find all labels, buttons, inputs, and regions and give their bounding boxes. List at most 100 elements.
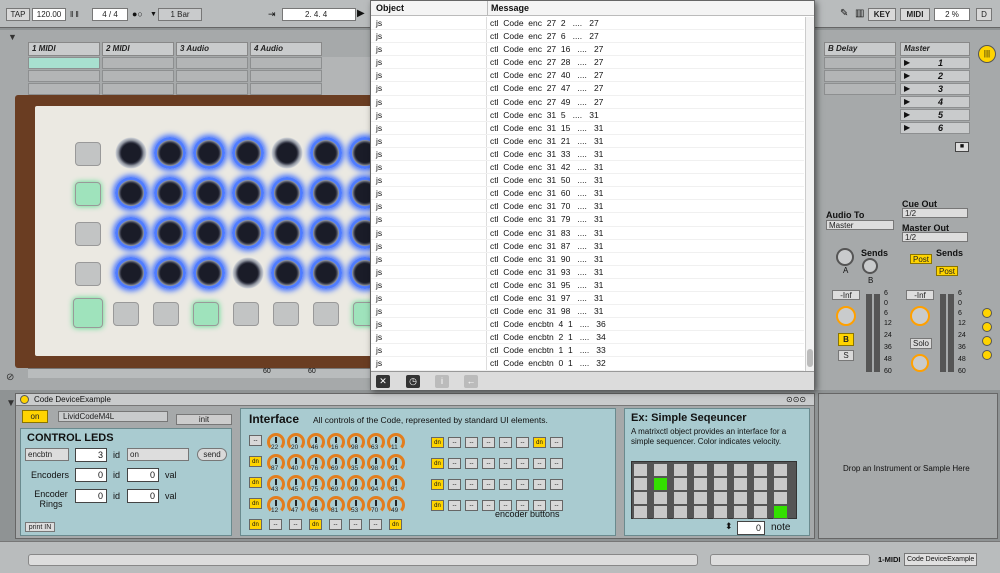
encoder-button[interactable]: -- (448, 437, 461, 448)
track-activator-b[interactable]: B (838, 333, 854, 346)
note-number[interactable]: 0 (737, 521, 765, 535)
quantization-select[interactable]: 1 Bar (158, 8, 202, 21)
track-header-master[interactable]: Master (900, 42, 970, 56)
back-arrow-icon[interactable]: ← (464, 375, 478, 388)
encoder-button[interactable]: -- (499, 500, 512, 511)
console-row[interactable]: js ctl Code enc 31 33 .... 31 (371, 147, 804, 162)
sequencer-cell[interactable] (753, 505, 768, 519)
send-b-knob[interactable] (862, 258, 878, 274)
encoder-button[interactable]: -- (349, 519, 362, 530)
clip-slot[interactable] (28, 70, 100, 82)
encoder-button[interactable]: -- (448, 458, 461, 469)
scene-launch-icon[interactable]: ▶ (904, 71, 910, 80)
console-scrollbar[interactable] (805, 17, 814, 371)
sequencer-cell[interactable] (633, 463, 648, 477)
audio-to-select[interactable]: Master (826, 220, 894, 230)
sequencer-cell[interactable] (773, 505, 788, 519)
console-row[interactable]: js ctl Code enc 31 97 .... 31 (371, 291, 804, 306)
master-out-select[interactable]: 1/2 (902, 232, 968, 242)
encoder-button[interactable]: -- (482, 458, 495, 469)
solo-button[interactable]: S (838, 350, 854, 361)
console-row[interactable]: js ctl Code enc 27 2 .... 27 (371, 17, 804, 31)
sequencer-cell[interactable] (733, 463, 748, 477)
encoder-button[interactable]: -- (499, 479, 512, 490)
console-row[interactable]: js ctl Code encbtn 4 1 .... 36 (371, 318, 804, 332)
clip-slot[interactable] (102, 70, 174, 82)
play-icon[interactable]: ▶ (357, 8, 365, 19)
controller-select[interactable]: LividCodeM4L (58, 411, 168, 422)
init-button[interactable]: init (176, 414, 232, 425)
encoder-button[interactable]: -- (533, 479, 546, 490)
scene-launch-icon[interactable]: ▶ (904, 110, 910, 119)
encbtn-number[interactable]: 3 (75, 448, 107, 462)
encoder-button[interactable]: -- (289, 519, 302, 530)
clip-slot[interactable] (824, 70, 896, 82)
sequencer-cell[interactable] (673, 477, 688, 491)
sequencer-cell[interactable] (653, 477, 668, 491)
track-header-4[interactable]: 4 Audio (250, 42, 322, 56)
info-icon[interactable]: i (435, 375, 449, 388)
console-row[interactable]: js ctl Code enc 27 16 .... 27 (371, 43, 804, 57)
rings-number[interactable]: 0 (75, 489, 107, 503)
console-row[interactable]: js ctl Code enc 27 40 .... 27 (371, 69, 804, 83)
scrollbar-thumb[interactable] (807, 349, 813, 367)
console-row[interactable]: js ctl Code enc 31 98 .... 31 (371, 305, 804, 319)
clip-slot[interactable] (176, 57, 248, 69)
encoder-button[interactable]: -- (465, 458, 478, 469)
sends-toggle-icon[interactable] (982, 322, 992, 332)
clip-slot[interactable] (176, 83, 248, 95)
status-track-name[interactable]: 1-MIDI (878, 555, 901, 564)
sequencer-cell[interactable] (713, 477, 728, 491)
scene-row[interactable]: ▶ 1 (900, 57, 970, 69)
encoder-button[interactable]: -- (369, 519, 382, 530)
console-row[interactable]: js ctl Code enc 31 5 .... 31 (371, 108, 804, 122)
console-row[interactable]: js ctl Code enc 31 83 .... 31 (371, 226, 804, 240)
sequencer-cell[interactable] (753, 463, 768, 477)
clip-slot[interactable] (824, 57, 896, 69)
dn-button[interactable]: dn (431, 479, 444, 490)
metronome-icon[interactable]: ●○ (132, 9, 143, 19)
console-row[interactable]: js ctl Code enc 27 28 .... 27 (371, 56, 804, 70)
status-scroll[interactable] (710, 554, 870, 566)
console-row[interactable]: js ctl Code encbtn 1 1 .... 33 (371, 344, 804, 358)
encoder-button[interactable]: -- (516, 458, 529, 469)
on-button[interactable]: on (22, 410, 48, 423)
on-select[interactable]: on (127, 448, 189, 461)
clip-slot[interactable] (102, 83, 174, 95)
device-chevron-icon[interactable]: ▼ (6, 398, 16, 409)
encoder-button[interactable]: -- (550, 437, 563, 448)
dn-button[interactable]: dn (249, 456, 262, 467)
col-object-header[interactable]: Object (376, 3, 404, 13)
sequencer-cell[interactable] (753, 491, 768, 505)
sequencer-cell[interactable] (773, 477, 788, 491)
sequencer-cell[interactable] (733, 477, 748, 491)
master-volume-field[interactable]: -Inf (906, 290, 934, 300)
sequencer-cell[interactable] (653, 491, 668, 505)
scene-row[interactable]: ▶ 5 (900, 109, 970, 121)
send-post-button-2[interactable]: Post (936, 266, 958, 276)
dn-button[interactable]: dn (533, 437, 546, 448)
console-row[interactable]: js ctl Code enc 31 90 .... 31 (371, 252, 804, 266)
console-row[interactable]: js ctl Code enc 27 49 .... 27 (371, 95, 804, 109)
console-row[interactable]: js ctl Code enc 31 79 .... 31 (371, 213, 804, 227)
nudge-icons[interactable]: ‖ ‖ (70, 10, 90, 20)
sequencer-cell[interactable] (773, 491, 788, 505)
sequencer-cell[interactable] (693, 505, 708, 519)
scene-row[interactable]: ▶ 4 (900, 96, 970, 108)
io-toggle-icon[interactable] (982, 308, 992, 318)
cue-volume-knob[interactable] (911, 354, 929, 372)
encoder-button[interactable]: -- (448, 500, 461, 511)
sequencer-cell[interactable] (653, 463, 668, 477)
encoder-button[interactable]: -- (533, 500, 546, 511)
console-row[interactable]: js ctl Code encbtn 2 1 .... 34 (371, 331, 804, 345)
encoder-button[interactable]: -- (516, 479, 529, 490)
time-signature[interactable]: 4 / 4 (92, 8, 128, 21)
song-position[interactable]: 2. 4. 4 (282, 8, 356, 21)
sequencer-cell[interactable] (713, 505, 728, 519)
clip-slot[interactable] (824, 83, 896, 95)
encoders-id[interactable]: 0 (127, 468, 159, 482)
sequencer-cell[interactable] (753, 477, 768, 491)
clock-icon[interactable]: ◷ (406, 375, 420, 388)
device-title-icons[interactable]: ⊙⊙⊙ (786, 395, 806, 404)
encbtn-select[interactable]: encbtn (25, 448, 69, 461)
